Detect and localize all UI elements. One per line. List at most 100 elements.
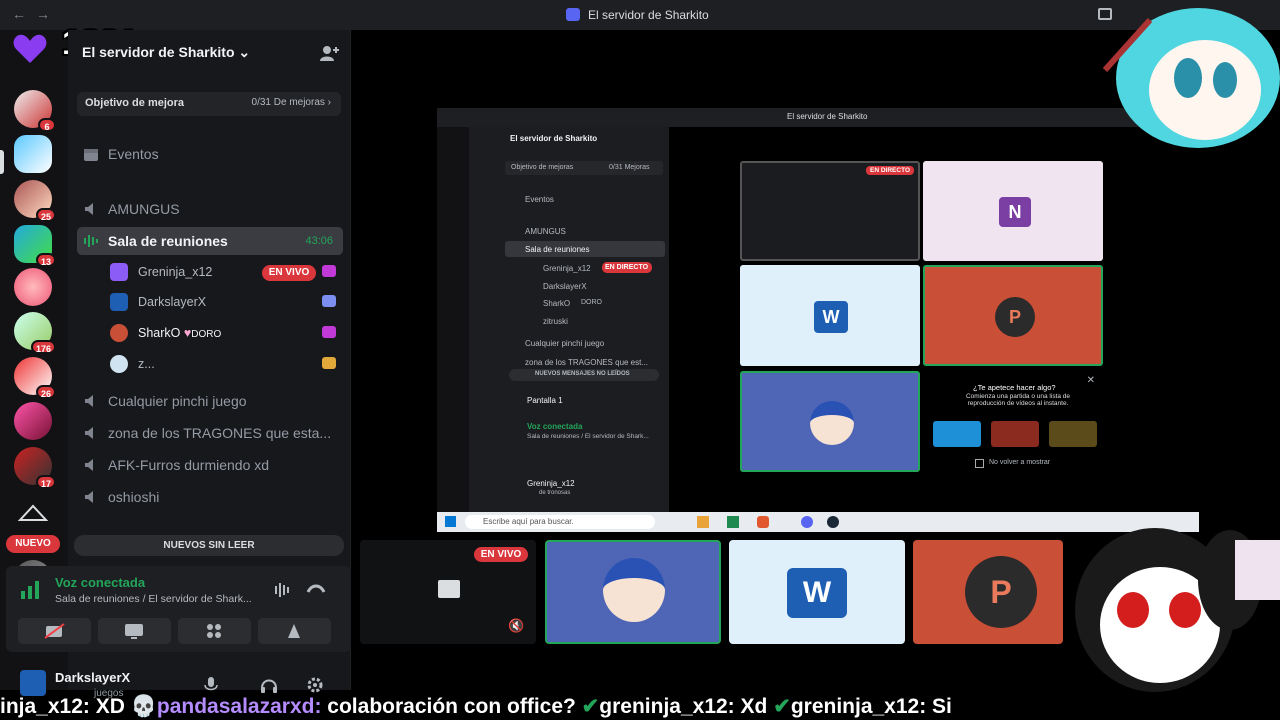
soundboard-button[interactable] — [258, 618, 331, 644]
server-icon[interactable]: 6 — [14, 90, 56, 132]
server-icon[interactable] — [14, 268, 52, 306]
activities-button[interactable] — [178, 618, 251, 644]
word-tile[interactable]: W — [729, 540, 905, 644]
server-icon[interactable]: 25 — [14, 180, 56, 222]
server-icon[interactable] — [14, 494, 52, 532]
powerpoint-icon: P — [965, 556, 1037, 628]
vtuber-overlay-top — [1100, 0, 1280, 165]
new-unread-bar[interactable]: NUEVOS SIN LEER — [74, 535, 344, 556]
server-icon[interactable]: 17 — [14, 447, 56, 489]
word-tile: W — [740, 265, 920, 366]
inner-window-title: El servidor de Sharkito — [787, 112, 868, 121]
server-icon[interactable]: 176 — [14, 312, 56, 354]
word-icon: W — [814, 301, 848, 333]
discord-icon[interactable] — [801, 516, 813, 528]
checkbox[interactable] — [975, 459, 984, 468]
word-icon: W — [787, 568, 847, 618]
inner-live-tile: EN DIRECTO — [740, 161, 920, 261]
selected-indicator — [0, 150, 4, 174]
check-icon: ✔ — [581, 695, 600, 718]
heart-icon — [12, 33, 48, 65]
disconnect-icon[interactable] — [306, 582, 326, 596]
channel-events[interactable]: Eventos — [77, 140, 343, 168]
share-screen-button[interactable] — [98, 618, 171, 644]
settings-gear-icon[interactable] — [306, 676, 324, 694]
onenote-tile: N — [923, 161, 1103, 261]
skull-icon: 💀 — [130, 695, 157, 718]
activity-icon — [322, 326, 336, 338]
calendar-icon — [83, 146, 99, 162]
powerpoint-tile: P — [923, 265, 1103, 366]
speaker-icon — [83, 201, 99, 217]
channel-tragones[interactable]: zona de los TRAGONES que esta... — [77, 419, 343, 447]
windows-start-icon[interactable] — [445, 516, 456, 527]
speaker-icon — [83, 425, 99, 441]
voice-user[interactable]: DarkslayerX — [110, 290, 340, 314]
activity-icon — [322, 265, 336, 277]
avatar-tile[interactable] — [545, 540, 721, 644]
headphones-icon[interactable] — [260, 676, 278, 694]
monitor-icon — [438, 580, 460, 598]
voice-user[interactable]: z... — [110, 352, 340, 376]
close-icon[interactable]: ✕ — [1087, 375, 1095, 386]
powerpoint-tile[interactable]: P — [913, 540, 1063, 644]
activity-promo: ¿Te apetece hacer algo? Comienza una par… — [923, 371, 1103, 472]
check-icon: ✔ — [773, 695, 791, 718]
server-icon — [566, 8, 580, 21]
anime-avatar — [603, 558, 665, 622]
muted-icon[interactable]: 🔇 — [508, 618, 526, 636]
inner-server-list — [437, 127, 469, 512]
word-avatar — [110, 293, 128, 311]
voice-user[interactable]: SharkO ♥DORO — [110, 321, 340, 345]
live-badge: EN VIVO — [262, 265, 316, 281]
voice-activity-icon — [83, 233, 99, 249]
channel-afk[interactable]: AFK-Furros durmiendo xd — [77, 451, 343, 479]
live-badge: EN VIVO — [474, 547, 528, 562]
channel-oshioshi[interactable]: oshioshi — [77, 483, 343, 511]
back-arrow-icon[interactable]: ← — [12, 6, 26, 22]
forward-arrow-icon[interactable]: → — [36, 6, 50, 22]
voice-connected-panel: Voz conectada Salа de reuniones / El ser… — [6, 566, 351, 652]
server-icon[interactable]: 26 — [14, 357, 56, 399]
server-icon[interactable] — [14, 402, 52, 440]
speaker-lock-icon — [83, 489, 99, 505]
camera-off-button[interactable] — [18, 618, 91, 644]
onenote-avatar — [110, 263, 128, 281]
window-title: El servidor de Sharkito — [588, 8, 709, 22]
speaker-icon — [83, 393, 99, 409]
taskbar-search[interactable]: Escribe aquí para buscar. — [465, 515, 655, 529]
microphone-icon[interactable] — [204, 676, 218, 694]
inner-channel-sidebar: El servidor de Sharkito Objetivo de mejo… — [469, 127, 669, 512]
new-unread-pill[interactable]: NUEVO — [6, 535, 60, 553]
boost-count: 0/31 De mejoras › — [251, 97, 331, 108]
vtuber-overlay-bottom — [1045, 500, 1280, 694]
onenote-icon: N — [999, 197, 1031, 227]
brave-icon[interactable] — [757, 516, 769, 528]
game-thumb[interactable] — [1049, 421, 1097, 447]
boost-goal-bar[interactable]: Objetivo de mejora 0/31 De mejoras › — [77, 92, 341, 116]
server-name-header[interactable]: El servidor de Sharkito ⌄ — [82, 44, 250, 61]
store-icon[interactable] — [727, 516, 739, 528]
user-avatar[interactable] — [20, 670, 46, 696]
channel-amungus[interactable]: AMUNGUS — [77, 195, 343, 223]
powerpoint-avatar — [110, 324, 128, 342]
folder-icon[interactable] — [697, 516, 709, 528]
game-thumb[interactable] — [933, 421, 981, 447]
anime-avatar — [810, 401, 854, 445]
powerpoint-icon: P — [995, 297, 1035, 337]
channel-cualquier[interactable]: Cualquier pinchi juego — [77, 387, 343, 415]
popcorn-icon — [322, 357, 336, 369]
speaker-icon — [83, 457, 99, 473]
server-icon[interactable]: 13 — [14, 225, 56, 267]
invite-people-icon[interactable] — [318, 44, 340, 62]
noise-suppression-icon[interactable] — [274, 582, 292, 598]
server-icon[interactable] — [14, 135, 52, 173]
steam-icon[interactable] — [827, 516, 839, 528]
chat-ticker: inja_x12: XD 💀pandasalazarxd: colaboraci… — [0, 695, 952, 718]
game-thumb[interactable] — [991, 421, 1039, 447]
channel-sala-de-reuniones[interactable]: Sala de reuniones 43:06 — [77, 227, 343, 255]
shared-screen-window: El servidor de Sharkito El servidor de S… — [437, 108, 1199, 532]
gamepad-icon — [322, 295, 336, 307]
title-bar: ← → El servidor de Sharkito — [0, 0, 1280, 30]
avatar — [110, 355, 128, 373]
